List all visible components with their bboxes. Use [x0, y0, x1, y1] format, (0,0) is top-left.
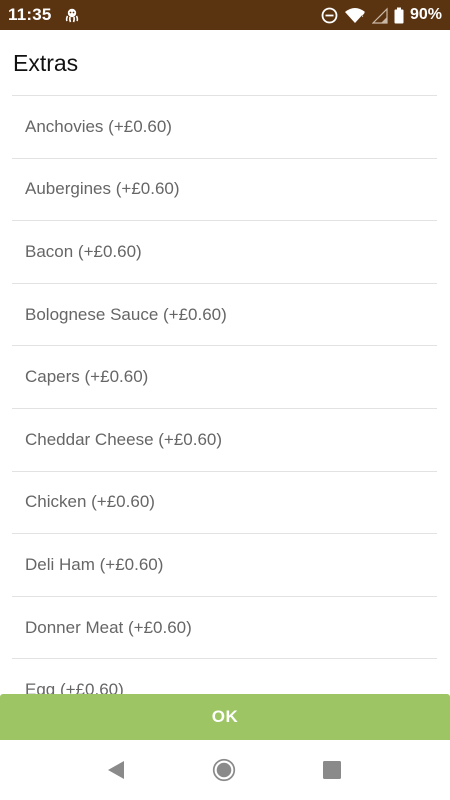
battery-percentage: 90%: [409, 6, 442, 23]
list-item[interactable]: Cheddar Cheese (+£0.60): [12, 409, 437, 472]
list-item[interactable]: Egg (+£0.60): [12, 659, 437, 694]
list-item[interactable]: Bacon (+£0.60): [12, 221, 437, 284]
list-item-label: Capers (+£0.60): [25, 367, 149, 387]
list-item[interactable]: Anchovies (+£0.60): [12, 96, 437, 159]
navigation-bar: [0, 740, 450, 800]
svg-text:?: ?: [361, 11, 365, 19]
extras-list[interactable]: Anchovies (+£0.60) Aubergines (+£0.60) B…: [12, 96, 437, 694]
back-icon[interactable]: [104, 758, 128, 782]
list-item-label: Bolognese Sauce (+£0.60): [25, 304, 227, 324]
status-time: 11:35: [8, 5, 52, 24]
list-item-label: Donner Meat (+£0.60): [25, 617, 192, 637]
list-item[interactable]: Donner Meat (+£0.60): [12, 597, 437, 660]
list-item-label: Chicken (+£0.60): [25, 492, 155, 512]
list-item-label: Bacon (+£0.60): [25, 241, 142, 261]
list-item[interactable]: Deli Ham (+£0.60): [12, 534, 437, 597]
notification-octopus-icon: [64, 7, 80, 23]
status-bar: 11:35 ? 90%: [0, 0, 450, 30]
list-item-label: Cheddar Cheese (+£0.60): [25, 429, 223, 449]
dialog-title: Extras: [13, 50, 79, 76]
recents-icon[interactable]: [320, 758, 344, 782]
list-item-label: Egg (+£0.60): [25, 680, 124, 694]
battery-icon: [394, 7, 404, 24]
list-item[interactable]: Capers (+£0.60): [12, 346, 437, 409]
list-item-label: Anchovies (+£0.60): [25, 116, 172, 136]
wifi-icon: ?: [344, 7, 366, 24]
home-icon[interactable]: [212, 758, 236, 782]
list-item[interactable]: Aubergines (+£0.60): [12, 159, 437, 222]
list-item-label: Aubergines (+£0.60): [25, 179, 180, 199]
list-item[interactable]: Bolognese Sauce (+£0.60): [12, 284, 437, 347]
list-item[interactable]: Chicken (+£0.60): [12, 472, 437, 535]
signal-icon: [371, 7, 388, 24]
list-item-label: Deli Ham (+£0.60): [25, 554, 164, 574]
do-not-disturb-icon: [321, 7, 338, 24]
ok-button[interactable]: OK: [0, 694, 450, 740]
